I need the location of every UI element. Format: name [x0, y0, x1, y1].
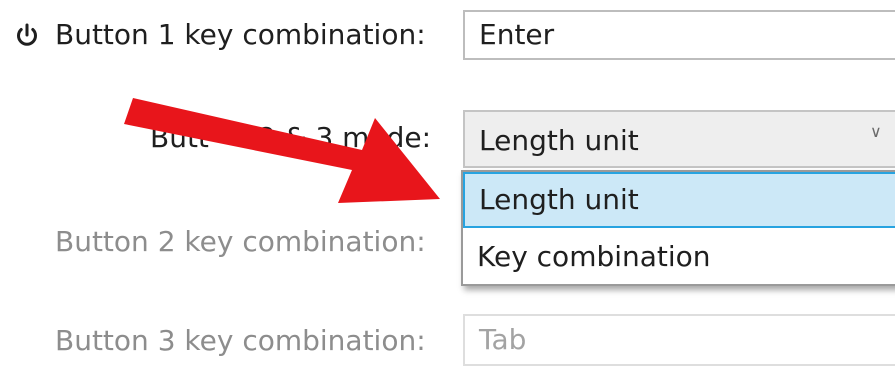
- red-arrow-icon: [124, 98, 440, 203]
